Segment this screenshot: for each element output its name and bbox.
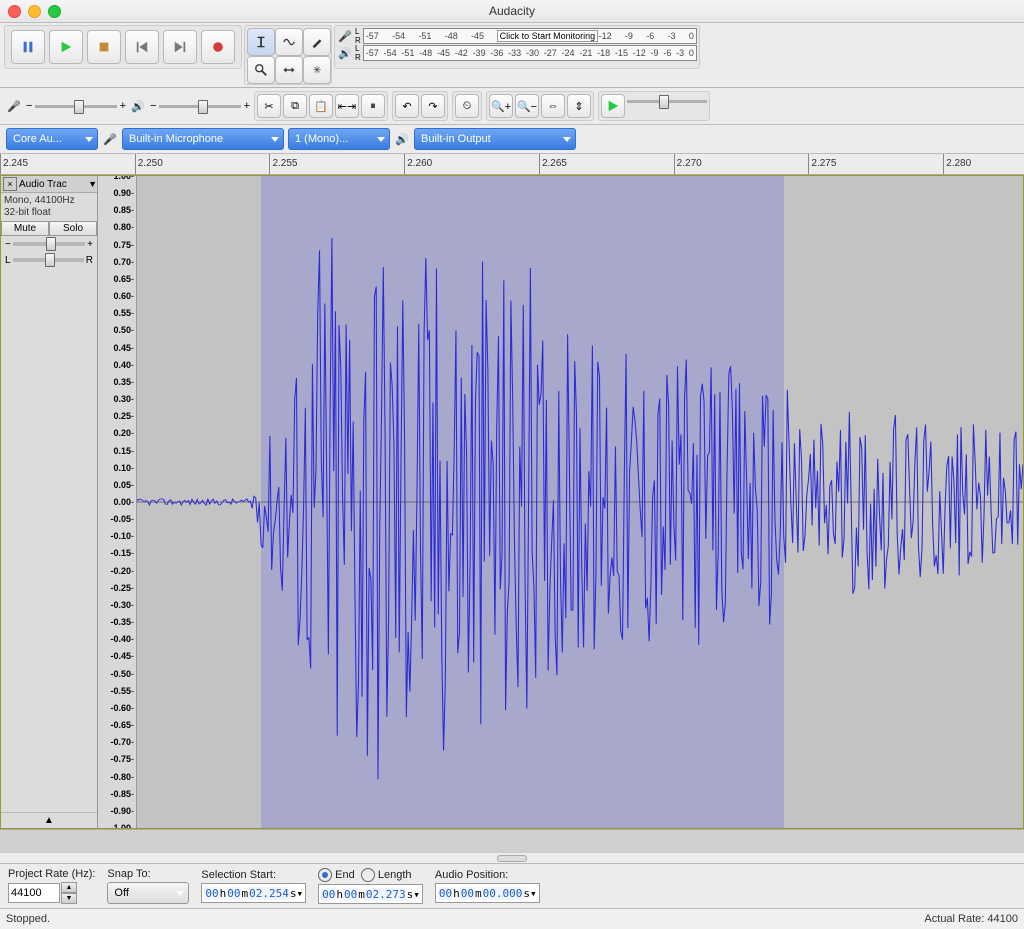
status-text: Stopped. [6, 913, 50, 925]
track-menu-dropdown[interactable]: ▼ [88, 179, 97, 189]
selection-tool[interactable] [247, 28, 275, 56]
selection-end-field[interactable]: 00 h 00 m 02.273 s▾ [318, 884, 423, 904]
timeline-ruler[interactable]: 2.2452.2502.2552.2602.2652.2702.2752.280 [0, 154, 1024, 175]
mic-icon-3: 🎤 [102, 131, 118, 147]
skip-end-button[interactable] [163, 30, 197, 64]
envelope-tool[interactable] [275, 28, 303, 56]
mic-icon-2: 🎤 [6, 98, 22, 114]
sync-lock-button[interactable]: ⏲ [455, 94, 479, 118]
silence-button[interactable]: ⏸ [361, 94, 385, 118]
cut-button[interactable]: ✂ [257, 94, 281, 118]
collapse-track-button[interactable]: ▲ [1, 812, 97, 828]
recording-volume-slider[interactable]: −+ [26, 99, 126, 113]
multi-tool[interactable]: ✳ [303, 56, 331, 84]
track-name[interactable]: Audio Trac [19, 179, 88, 190]
audio-position-label: Audio Position: [435, 869, 540, 881]
play-at-speed-button[interactable] [601, 94, 625, 118]
speaker-icon-3: 🔊 [394, 131, 410, 147]
below-tracks-area [0, 829, 1024, 852]
gain-slider[interactable]: −+ [1, 236, 97, 252]
length-radio[interactable] [361, 868, 375, 882]
fit-project-button[interactable]: ⇕ [567, 94, 591, 118]
draw-tool[interactable] [303, 28, 331, 56]
resize-gripper[interactable] [0, 852, 1024, 863]
track-close-button[interactable]: × [3, 177, 17, 191]
selection-start-label: Selection Start: [201, 869, 306, 881]
pan-slider[interactable]: LR [1, 252, 97, 268]
play-button[interactable] [49, 30, 83, 64]
paste-button[interactable]: 📋 [309, 94, 333, 118]
undo-button[interactable]: ↶ [395, 94, 419, 118]
vertical-scale[interactable]: 1.00-0.90-0.85-0.80-0.75-0.70-0.65-0.60-… [98, 176, 137, 828]
playback-volume-slider[interactable]: −+ [150, 99, 250, 113]
solo-button[interactable]: Solo [49, 221, 97, 236]
svg-text:✳: ✳ [313, 65, 322, 77]
project-rate-input[interactable]: ▲▼ [8, 882, 95, 904]
zoom-in-button[interactable]: 🔍+ [489, 94, 513, 118]
audio-host-select[interactable]: Core Au... [6, 128, 98, 150]
waveform-display[interactable] [137, 176, 1023, 828]
track-format-info: Mono, 44100Hz 32-bit float [1, 193, 97, 221]
pause-button[interactable] [11, 30, 45, 64]
trim-button[interactable]: ⇤⇥ [335, 94, 359, 118]
fit-selection-button[interactable]: ⇔ [541, 94, 565, 118]
window-title: Audacity [0, 4, 1024, 18]
transport-toolbar [4, 25, 242, 69]
zoom-out-button[interactable]: 🔍− [515, 94, 539, 118]
zoom-tool[interactable] [247, 56, 275, 84]
click-to-monitor[interactable]: Click to Start Monitoring [497, 30, 599, 42]
playback-device-select[interactable]: Built-in Output [414, 128, 576, 150]
snap-to-label: Snap To: [107, 868, 189, 880]
audio-position-field[interactable]: 00 h 00 m 00.000 s▾ [435, 883, 540, 903]
recording-meter[interactable]: 🎤 LR -57-54-51-48-45-42…-18-15-12-9-6-30… [334, 25, 700, 69]
track-control-panel: × Audio Trac ▼ Mono, 44100Hz 32-bit floa… [1, 176, 98, 828]
redo-button[interactable]: ↷ [421, 94, 445, 118]
snap-to-select[interactable]: Off [107, 882, 189, 904]
actual-rate-text: Actual Rate: 44100 [924, 913, 1018, 925]
record-button[interactable] [201, 30, 235, 64]
playback-speed-slider[interactable] [627, 94, 707, 108]
titlebar: Audacity [0, 0, 1024, 23]
speaker-icon: 🔊 [337, 45, 353, 61]
timeshift-tool[interactable] [275, 56, 303, 84]
project-rate-label: Project Rate (Hz): [8, 868, 95, 880]
mic-icon: 🎤 [337, 28, 353, 44]
end-radio[interactable] [318, 868, 332, 882]
recording-channels-select[interactable]: 1 (Mono)... [288, 128, 390, 150]
copy-button[interactable]: ⧉ [283, 94, 307, 118]
mute-button[interactable]: Mute [1, 221, 49, 236]
speaker-icon-2: 🔊 [130, 98, 146, 114]
selection-start-field[interactable]: 00 h 00 m 02.254 s▾ [201, 883, 306, 903]
skip-start-button[interactable] [125, 30, 159, 64]
stop-button[interactable] [87, 30, 121, 64]
recording-device-select[interactable]: Built-in Microphone [122, 128, 284, 150]
tools-toolbar: ✳ [244, 25, 332, 85]
